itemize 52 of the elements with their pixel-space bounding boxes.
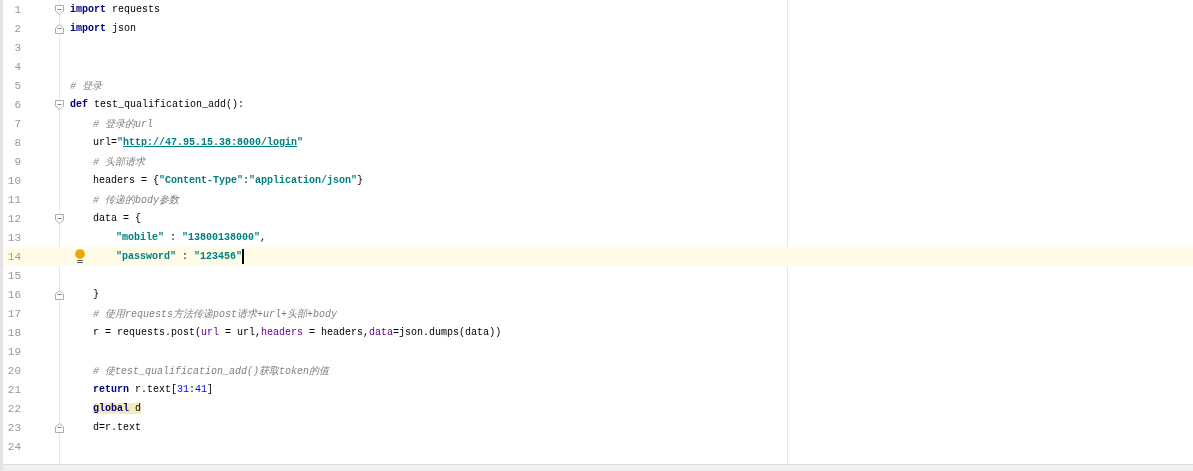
code-line: return r.text[31:41] [93,384,214,395]
line-number: 16 [6,288,21,301]
line-number: 12 [6,212,21,225]
code-line: url="http://47.95.15.38:8000/login" [93,137,304,148]
line-number: 18 [6,326,21,339]
line-number: 4 [13,60,21,73]
line-number: 3 [13,41,21,54]
line-number: 11 [6,193,21,206]
line-number: 23 [6,421,21,434]
line-number: 6 [13,98,21,111]
code-line: global d [93,403,142,414]
line-number: 17 [6,307,21,320]
line-number: 15 [6,269,21,282]
code-line: "mobile" : "13800138000", [116,232,267,243]
line-number: 21 [6,383,21,396]
line-number: 10 [6,174,21,187]
fold-icon[interactable] [55,289,64,300]
code-line: import requests [70,4,161,15]
horizontal-scrollbar[interactable] [3,464,1193,471]
line-number: 2 [13,22,21,35]
lightbulb-icon[interactable] [75,249,85,264]
code-line: # 登录的url [93,117,153,131]
code-line: # 登录 [70,79,102,93]
code-line: "password" : "123456" [116,251,243,262]
line-number: 8 [13,136,21,149]
fold-icon[interactable] [55,213,64,224]
fold-icon[interactable] [55,422,64,433]
fold-icon[interactable] [55,99,64,110]
line-number: 24 [6,440,21,453]
code-line: r = requests.post(url = url,headers = headers,data=json.dumps(data)) [93,327,502,338]
line-number: 7 [13,117,21,130]
code-line: # 使test_qualification_add()获取token的值 [93,364,330,378]
code-line: } [93,289,99,300]
fold-icon[interactable] [55,23,64,34]
code-line: headers = {"Content-Type":"application/json"} [93,175,364,186]
line-number: 19 [6,345,21,358]
line-number: 22 [6,402,21,415]
code-line: d=r.text [93,422,141,433]
line-number: 13 [6,231,21,244]
code-line: # 头部请求 [93,155,145,169]
line-number: 20 [6,364,21,377]
line-number: 9 [13,155,21,168]
text-cursor [242,249,245,264]
code-line: import json [70,23,137,34]
fold-icon[interactable] [55,4,64,15]
code-line: data = { [93,213,141,224]
code-line: # 传递的body参数 [93,193,179,207]
line-number: 14 [6,250,21,263]
line-number: 1 [13,3,21,16]
code-line: # 使用requests方法传递post请求+url+头部+body [93,307,338,321]
code-line: def test_qualification_add(): [70,99,245,110]
line-number: 5 [13,79,21,92]
